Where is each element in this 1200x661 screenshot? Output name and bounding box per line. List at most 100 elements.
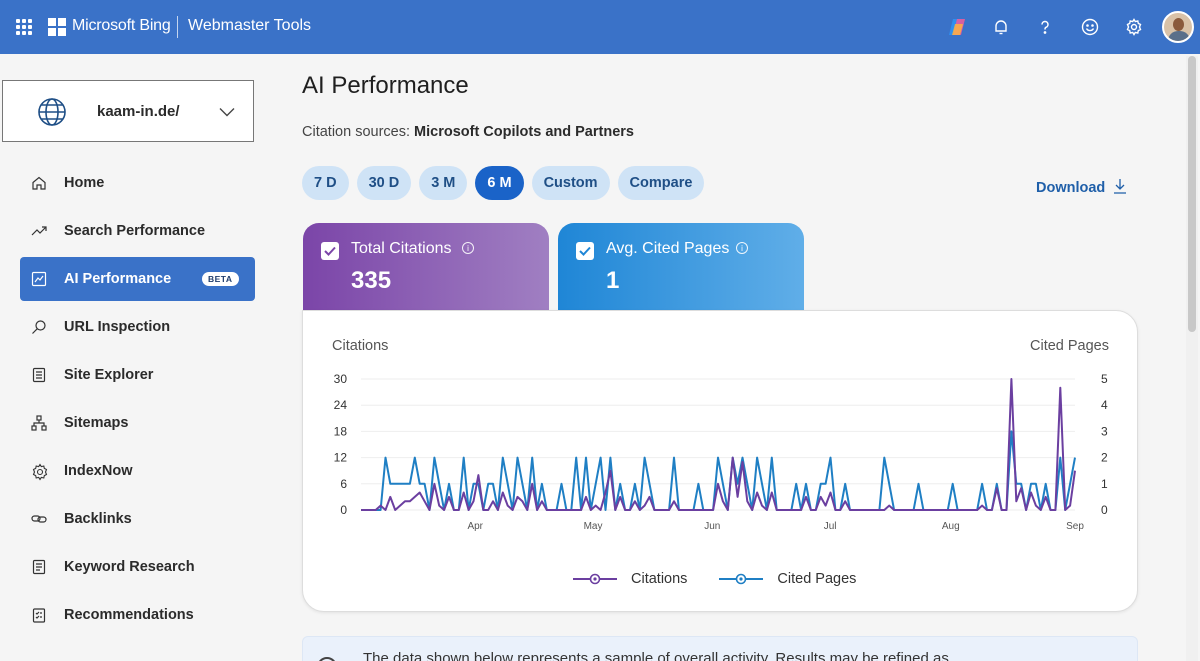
sidebar-item-keyword-research[interactable]: Keyword Research: [20, 545, 255, 589]
brand-divider: [177, 16, 178, 38]
scrollbar-thumb[interactable]: [1188, 56, 1196, 332]
legend-label: Cited Pages: [777, 571, 857, 587]
right-axis-tick: 5: [1101, 372, 1108, 386]
citations-line-chart: 0612182430012345Apr May Jun Jul Aug Sep: [334, 372, 1108, 532]
sidebar-item-label: Site Explorer: [64, 367, 154, 383]
range-30d-button[interactable]: 30 D: [356, 166, 412, 200]
selected-site: kaam-in.de/: [97, 103, 180, 120]
sidebar-item-recommendations[interactable]: Recommendations: [20, 593, 255, 637]
sidebar-item-label: Backlinks: [64, 511, 132, 527]
sitemap-icon: [31, 415, 47, 431]
trend-icon: [31, 223, 47, 239]
checkbox-checked-icon[interactable]: [576, 242, 594, 260]
sidebar-item-label: Keyword Research: [64, 559, 195, 575]
download-label: Download: [1036, 180, 1106, 196]
beta-badge: BETA: [202, 272, 239, 286]
range-3m-button[interactable]: 3 M: [419, 166, 468, 200]
chart-legend: Citations Cited Pages: [573, 571, 874, 587]
sidebar-item-label: URL Inspection: [64, 319, 171, 335]
right-axis-tick: 4: [1101, 398, 1108, 412]
legend-item-citations[interactable]: Citations: [573, 571, 687, 587]
sidebar-nav: Home Search Performance AI Performance B…: [20, 161, 255, 641]
card-value: 1: [606, 267, 620, 294]
series-line-cited-pages: [361, 430, 1076, 511]
left-axis-tick: 12: [334, 451, 348, 465]
x-axis-tick: Apr: [467, 521, 483, 532]
sidebar-item-home[interactable]: Home: [20, 161, 255, 205]
sidebar-item-label: IndexNow: [64, 463, 133, 479]
left-axis-tick: 18: [334, 424, 348, 438]
magnifier-icon: [31, 319, 47, 335]
left-axis-tick: 24: [334, 398, 348, 412]
right-axis-tick: 3: [1101, 424, 1108, 438]
ai-chart-icon: [31, 271, 47, 287]
gear-icon: [31, 463, 48, 481]
left-axis-tick: 6: [340, 477, 347, 491]
sidebar-item-ai-performance[interactable]: AI Performance BETA: [20, 257, 255, 301]
range-custom-button[interactable]: Custom: [531, 166, 610, 200]
card-title: Avg. Cited Pages: [606, 240, 730, 257]
sidebar-item-backlinks[interactable]: Backlinks: [20, 497, 255, 541]
app-launcher-icon[interactable]: [16, 19, 32, 35]
sidebar-item-label: Search Performance: [64, 223, 206, 239]
citation-sources: Citation sources: Microsoft Copilots and…: [302, 124, 634, 140]
link-icon: [31, 511, 47, 527]
avg-cited-pages-card[interactable]: Avg. Cited Pages i 1: [558, 223, 804, 311]
range-7d-button[interactable]: 7 D: [302, 166, 349, 200]
x-axis-tick: Jul: [824, 521, 837, 532]
compare-button[interactable]: Compare: [617, 166, 705, 200]
left-axis-tick: 0: [340, 503, 347, 517]
x-axis-tick: May: [584, 521, 603, 532]
bell-icon[interactable]: [989, 15, 1013, 39]
page-title: AI Performance: [302, 72, 469, 99]
x-axis-tick: Sep: [1066, 521, 1084, 532]
range-6m-button[interactable]: 6 M: [475, 166, 524, 200]
x-axis-tick: Jun: [704, 521, 720, 532]
sidebar-item-label: Recommendations: [64, 607, 194, 623]
sample-data-notice: The data shown below represents a sample…: [302, 636, 1138, 661]
microsoft-logo-icon: [48, 18, 66, 36]
date-range-pills: 7 D 30 D 3 M 6 M Custom Compare: [302, 166, 705, 200]
product-name[interactable]: Webmaster Tools: [188, 17, 311, 35]
chart-panel: Citations Cited Pages 0 6 12 18 24 30 0 1 2 3 4 5 Ap…: [302, 310, 1138, 612]
notice-text: The data shown below represents a sample…: [363, 650, 949, 661]
site-selector-dropdown[interactable]: kaam-in.de/: [2, 80, 254, 142]
chevron-down-icon: [219, 104, 235, 122]
main-content: AI Performance Citation sources: Microso…: [300, 54, 1180, 661]
checkbox-checked-icon[interactable]: [321, 242, 339, 260]
page-scrollbar[interactable]: [1186, 56, 1198, 661]
copilot-icon[interactable]: [946, 15, 970, 39]
right-axis-tick: 2: [1101, 451, 1108, 465]
x-axis-tick: Aug: [942, 521, 960, 532]
right-axis-tick: 0: [1101, 503, 1108, 517]
globe-icon: [37, 97, 67, 132]
citation-sources-label: Citation sources:: [302, 124, 410, 140]
document-icon: [31, 367, 47, 383]
sidebar-item-url-inspection[interactable]: URL Inspection: [20, 305, 255, 349]
sidebar-item-site-explorer[interactable]: Site Explorer: [20, 353, 255, 397]
download-icon: [1113, 178, 1127, 198]
home-icon: [31, 175, 47, 191]
sidebar-item-search-performance[interactable]: Search Performance: [20, 209, 255, 253]
document-icon: [31, 559, 47, 575]
user-avatar[interactable]: [1162, 11, 1194, 43]
sidebar-item-label: Sitemaps: [64, 415, 129, 431]
download-button[interactable]: Download: [1036, 178, 1127, 198]
sidebar-item-sitemaps[interactable]: Sitemaps: [20, 401, 255, 445]
info-icon[interactable]: i: [736, 242, 748, 254]
help-icon[interactable]: [1033, 15, 1057, 39]
total-citations-card[interactable]: Total Citations i 335: [303, 223, 549, 311]
feedback-smiley-icon[interactable]: [1078, 15, 1102, 39]
settings-gear-icon[interactable]: [1122, 15, 1146, 39]
sidebar-item-indexnow[interactable]: IndexNow: [20, 449, 255, 493]
brand-name[interactable]: Microsoft Bing: [72, 17, 171, 35]
citation-sources-value: Microsoft Copilots and Partners: [414, 124, 634, 140]
sidebar: kaam-in.de/ Home Search Performance AI P…: [0, 54, 275, 661]
top-bar: Microsoft Bing Webmaster Tools: [0, 0, 1200, 54]
sidebar-item-label: Home: [64, 175, 105, 191]
series-line-citations: [361, 378, 1076, 511]
legend-label: Citations: [631, 571, 688, 587]
info-icon[interactable]: i: [462, 242, 474, 254]
legend-item-cited-pages[interactable]: Cited Pages: [719, 571, 856, 587]
right-axis-tick: 1: [1101, 477, 1108, 491]
